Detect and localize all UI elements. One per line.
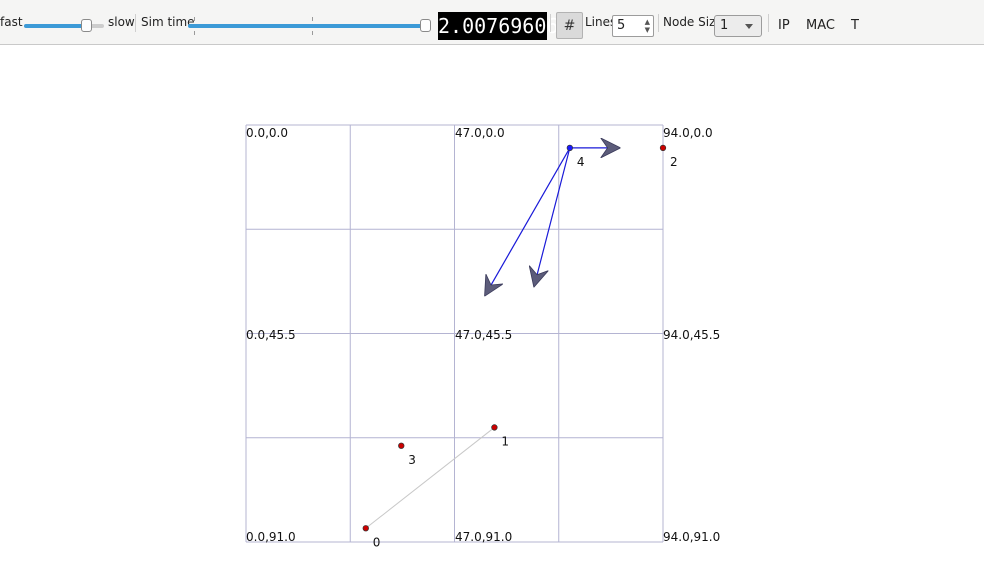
topology-canvas[interactable]: 0 1 2 3 4 0.0,0.0 47.0,0.0 94.0,0.0 0.0,45.5… bbox=[0, 45, 984, 586]
ip-button[interactable]: IP bbox=[778, 18, 790, 33]
speed-slider-fill bbox=[24, 24, 83, 28]
node-1[interactable] bbox=[491, 424, 498, 431]
sim-time-slider-knob[interactable] bbox=[420, 19, 431, 32]
grid-label-mid-left: 0.0,45.5 bbox=[246, 328, 296, 342]
node-2[interactable] bbox=[659, 144, 667, 152]
fast-label: fast bbox=[0, 15, 23, 29]
grid-label-bot-left: 0.0,91.0 bbox=[246, 530, 296, 544]
toolbar-separator bbox=[135, 14, 136, 32]
lines-spinbox[interactable]: 5 ▲ ▼ bbox=[612, 15, 654, 37]
slider-tick bbox=[312, 17, 313, 21]
node-3[interactable] bbox=[398, 442, 405, 449]
speed-slider-knob[interactable] bbox=[80, 19, 92, 32]
slow-label: slow bbox=[108, 15, 135, 29]
node-0[interactable] bbox=[362, 525, 369, 532]
grid-label-mid-mid: 47.0,45.5 bbox=[455, 328, 512, 342]
t-button[interactable]: T bbox=[851, 18, 859, 33]
links bbox=[365, 427, 495, 529]
grid-label-top-mid: 47.0,0.0 bbox=[455, 126, 505, 140]
grid-label-top-left: 0.0,0.0 bbox=[246, 126, 288, 140]
grid-label-top-right: 94.0,0.0 bbox=[663, 126, 713, 140]
lines-value: 5 bbox=[617, 18, 626, 33]
node-label-1: 1 bbox=[501, 434, 509, 448]
node-size-value: 1 bbox=[720, 18, 729, 33]
grid-label-bot-right: 94.0,91.0 bbox=[663, 530, 720, 544]
slider-tick bbox=[194, 31, 195, 35]
spin-down-icon[interactable]: ▼ bbox=[645, 27, 650, 34]
slider-tick bbox=[194, 17, 195, 21]
nodes[interactable]: 0 1 2 3 4 bbox=[362, 144, 678, 549]
spin-up-icon[interactable]: ▲ bbox=[645, 19, 650, 26]
sim-time-display: 2.00769606 bbox=[438, 12, 559, 40]
chevron-down-icon bbox=[745, 24, 753, 29]
speed-slider[interactable] bbox=[22, 0, 106, 44]
grid-label-bot-mid: 47.0,91.0 bbox=[455, 530, 512, 544]
node-4[interactable] bbox=[566, 144, 573, 152]
grid-hash-icon: # bbox=[563, 17, 576, 34]
toolbar-separator bbox=[768, 14, 769, 32]
packet-arrow bbox=[534, 147, 571, 285]
sim-time-slider[interactable] bbox=[186, 0, 436, 44]
link-line bbox=[365, 427, 495, 529]
sim-time-slider-fill bbox=[188, 24, 422, 28]
toolbar: fast slow Sim time 2.00769606 # Lines 5 … bbox=[0, 0, 984, 45]
node-label-0: 0 bbox=[373, 535, 381, 549]
node-label-4: 4 bbox=[577, 155, 585, 169]
packets bbox=[486, 148, 619, 295]
node-label-2: 2 bbox=[670, 155, 678, 169]
packet-arrow bbox=[486, 147, 571, 295]
node-label-3: 3 bbox=[408, 453, 416, 467]
toolbar-separator bbox=[550, 14, 551, 32]
node-size-select[interactable]: 1 bbox=[714, 15, 762, 37]
grid-label-mid-right: 94.0,45.5 bbox=[663, 328, 720, 342]
toolbar-separator bbox=[658, 14, 659, 32]
mac-button[interactable]: MAC bbox=[806, 18, 835, 33]
grid-toggle-button[interactable]: # bbox=[556, 12, 583, 39]
slider-tick bbox=[312, 31, 313, 35]
